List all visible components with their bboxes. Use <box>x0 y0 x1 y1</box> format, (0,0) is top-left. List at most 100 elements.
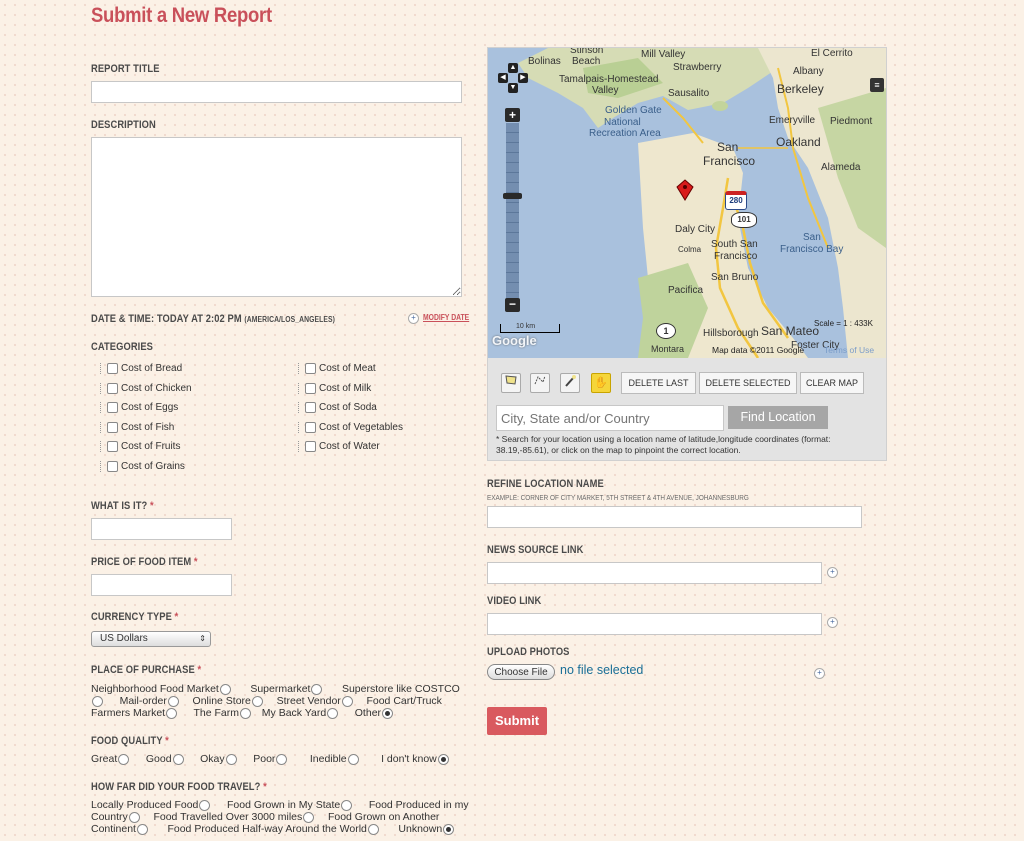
checkbox[interactable] <box>107 363 118 374</box>
radio[interactable] <box>276 753 288 765</box>
add-news-link-icon[interactable]: + <box>827 567 838 578</box>
category-item[interactable]: Cost of Fruits <box>100 441 192 461</box>
draw-line-tool[interactable] <box>530 373 550 393</box>
draw-polygon-tool[interactable] <box>501 373 521 393</box>
radio[interactable] <box>327 707 339 719</box>
radio[interactable] <box>92 695 103 707</box>
clear-map-button[interactable]: CLEAR MAP <box>800 372 864 394</box>
datetime-label: DATE & TIME: TODAY AT 2:02 PM (AMERICA/L… <box>91 313 335 325</box>
report-title-input[interactable] <box>91 81 462 103</box>
add-photo-icon[interactable]: + <box>814 668 825 679</box>
map-label: Recreation Area <box>589 128 661 139</box>
checkbox[interactable] <box>305 402 316 413</box>
draw-point-tool[interactable] <box>560 373 580 393</box>
category-item[interactable]: Cost of Bread <box>100 363 192 383</box>
map-label: National <box>604 117 641 128</box>
map-label: South San <box>711 239 758 250</box>
add-video-link-icon[interactable]: + <box>827 617 838 628</box>
radio[interactable] <box>311 683 323 695</box>
radio[interactable] <box>167 695 179 707</box>
travel-label: HOW FAR DID YOUR FOOD TRAVEL? * <box>91 781 267 793</box>
delete-last-button[interactable]: DELETE LAST <box>621 372 696 394</box>
category-item[interactable]: Cost of Chicken <box>100 382 192 403</box>
zoom-in-icon[interactable]: + <box>505 108 520 122</box>
map-label: Emeryville <box>769 115 816 126</box>
pan-down-icon[interactable]: ▼ <box>508 83 518 93</box>
zoom-handle[interactable] <box>503 193 522 199</box>
radio[interactable] <box>136 823 148 835</box>
quality-label: FOOD QUALITY * <box>91 735 169 747</box>
map-label: Piedmont <box>830 116 873 127</box>
radio[interactable] <box>367 823 379 835</box>
map-label: Sausalito <box>668 88 710 99</box>
checkbox[interactable] <box>107 421 118 433</box>
radio[interactable] <box>347 753 359 765</box>
pan-left-icon[interactable]: ◀ <box>498 73 508 83</box>
checkbox[interactable] <box>305 421 316 433</box>
refine-location-input[interactable] <box>487 506 862 528</box>
news-source-input[interactable] <box>487 562 822 584</box>
radio[interactable] <box>199 799 211 811</box>
radio[interactable] <box>225 753 237 765</box>
modify-date-plus-icon[interactable]: + <box>408 313 419 324</box>
radio[interactable] <box>240 707 252 719</box>
radio[interactable] <box>118 753 130 765</box>
currency-select[interactable]: US Dollars ⇕ <box>91 631 211 647</box>
radio[interactable] <box>219 683 231 695</box>
radio-selected[interactable] <box>437 753 449 765</box>
video-link-input[interactable] <box>487 613 822 635</box>
radio[interactable] <box>303 811 315 823</box>
what-is-it-input[interactable] <box>91 518 232 540</box>
refine-location-label: REFINE LOCATION NAME <box>487 478 604 490</box>
checkbox[interactable] <box>107 402 118 413</box>
route-shield-280: 280 <box>725 191 747 210</box>
pan-up-icon[interactable]: ▲ <box>508 63 518 73</box>
map-canvas[interactable]: ▲ ◀ ▶ ▼ + − ≡ 280 101 1 Stinson Bolinas … <box>488 48 886 358</box>
checkbox[interactable] <box>107 382 118 394</box>
category-item[interactable]: Cost of Water <box>298 441 403 461</box>
choose-file-button[interactable]: Choose File <box>487 664 555 680</box>
radio[interactable] <box>251 695 263 707</box>
checkbox[interactable] <box>107 441 118 452</box>
radio[interactable] <box>172 753 184 765</box>
map-label: San Mateo <box>761 324 820 338</box>
price-input[interactable] <box>91 574 232 596</box>
find-location-button[interactable]: Find Location <box>728 406 828 429</box>
location-marker-icon[interactable] <box>676 179 694 201</box>
delete-selected-button[interactable]: DELETE SELECTED <box>699 372 797 394</box>
checkbox[interactable] <box>305 441 316 452</box>
pan-right-icon[interactable]: ▶ <box>518 73 528 83</box>
radio[interactable] <box>166 707 178 719</box>
category-item[interactable]: Cost of Grains <box>100 460 192 481</box>
zoom-slider[interactable] <box>506 123 519 298</box>
pan-control[interactable]: ▲ ◀ ▶ ▼ <box>498 63 528 93</box>
map-label: Alameda <box>821 162 861 173</box>
pan-hand-tool[interactable]: ✋ <box>591 373 611 393</box>
checkbox[interactable] <box>107 460 118 472</box>
category-item[interactable]: Cost of Meat <box>298 363 403 383</box>
category-item[interactable]: Cost of Eggs <box>100 402 192 422</box>
place-options-line1: Neighborhood Food Market Supermarket Sup… <box>91 683 460 695</box>
category-item[interactable]: Cost of Milk <box>298 382 403 403</box>
map-label: Golden Gate <box>605 105 662 116</box>
radio[interactable] <box>341 799 353 811</box>
modify-date-link[interactable]: MODIFY DATE <box>423 313 469 322</box>
radio-selected[interactable] <box>443 823 455 835</box>
submit-button[interactable]: Submit <box>487 707 547 735</box>
radio[interactable] <box>128 811 140 823</box>
map-label: Valley <box>592 85 619 96</box>
location-search-input[interactable] <box>496 405 724 431</box>
datetime-value: DATE & TIME: TODAY AT 2:02 PM <box>91 313 242 325</box>
category-item[interactable]: Cost of Soda <box>298 402 403 422</box>
radio-selected[interactable] <box>382 707 394 719</box>
category-item[interactable]: Cost of Fish <box>100 421 192 442</box>
layers-icon[interactable]: ≡ <box>870 78 884 92</box>
checkbox[interactable] <box>305 382 316 394</box>
map-label: Albany <box>793 66 824 77</box>
category-item[interactable]: Cost of Vegetables <box>298 421 403 442</box>
description-textarea[interactable] <box>91 137 462 297</box>
radio[interactable] <box>341 695 353 707</box>
zoom-out-icon[interactable]: − <box>505 298 520 312</box>
checkbox[interactable] <box>305 363 316 374</box>
terms-of-use-link[interactable]: Terms of Use <box>824 345 874 355</box>
